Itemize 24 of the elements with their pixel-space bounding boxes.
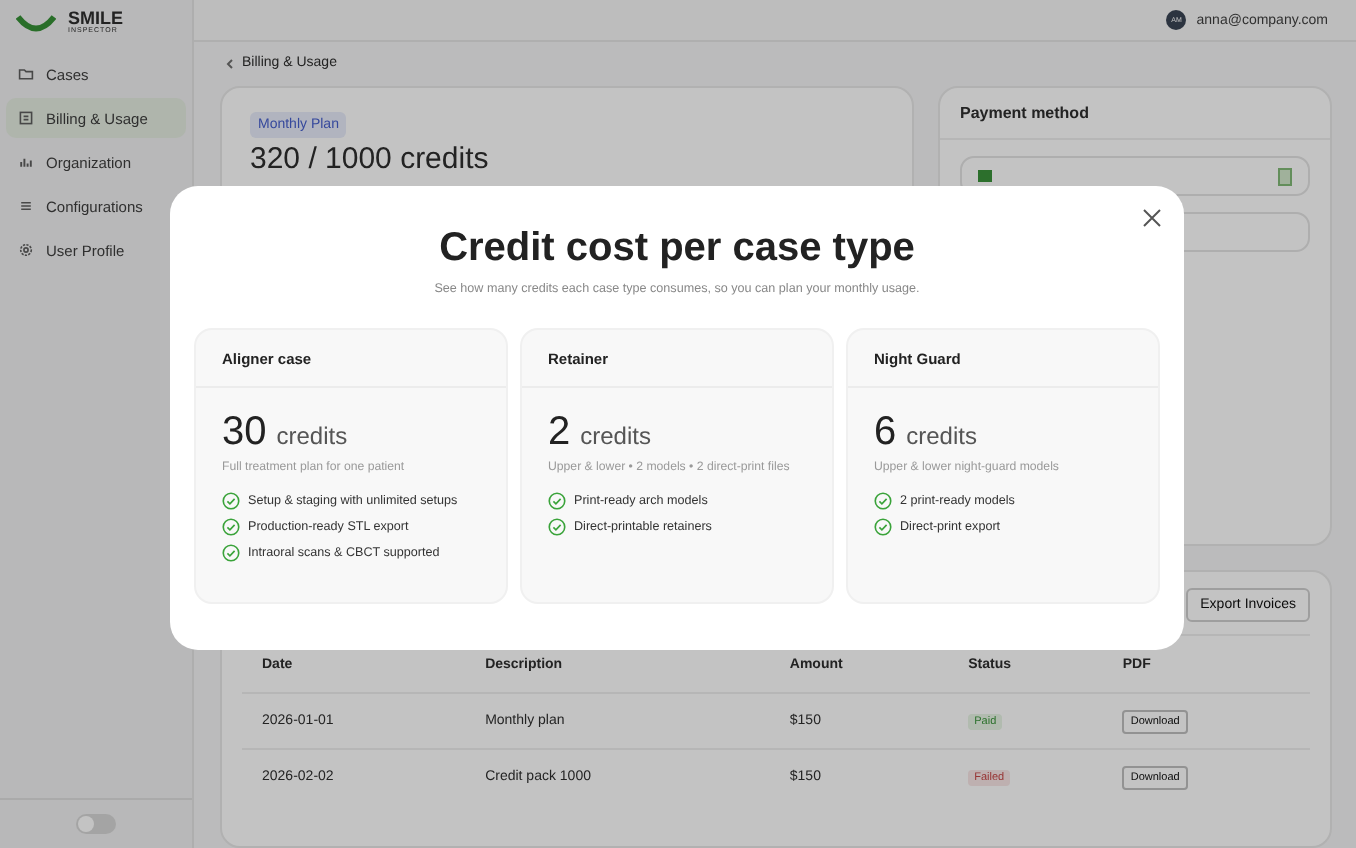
- credit-usage: 320 / 1000 credits: [250, 144, 491, 177]
- credit-unit: credits: [276, 422, 348, 450]
- credit-amount: 6: [874, 410, 897, 456]
- credit-unit: credits: [580, 422, 651, 450]
- check-circle-icon: [548, 492, 566, 510]
- credit-unit: credits: [906, 422, 977, 450]
- settings-icon: [18, 242, 34, 258]
- check-circle-icon: [874, 518, 892, 536]
- logo-icon: [16, 13, 56, 31]
- check-circle-icon: [222, 492, 240, 510]
- theme-toggle[interactable]: [76, 814, 116, 834]
- dialog-title: Credit cost per case type: [439, 226, 915, 272]
- bar-chart-icon: [18, 154, 34, 170]
- receipt-icon: [18, 110, 34, 126]
- check-circle-icon: [222, 544, 240, 562]
- check-circle-icon: [548, 518, 566, 536]
- close-icon[interactable]: [1140, 206, 1164, 230]
- check-circle-icon: [222, 518, 240, 536]
- credit-amount: 30: [222, 410, 267, 456]
- payment-title: Payment method: [940, 88, 1330, 140]
- check-circle-icon: [874, 492, 892, 510]
- credit-amount: 2: [548, 410, 571, 456]
- back-icon[interactable]: [226, 57, 234, 69]
- folder-icon: [18, 66, 34, 82]
